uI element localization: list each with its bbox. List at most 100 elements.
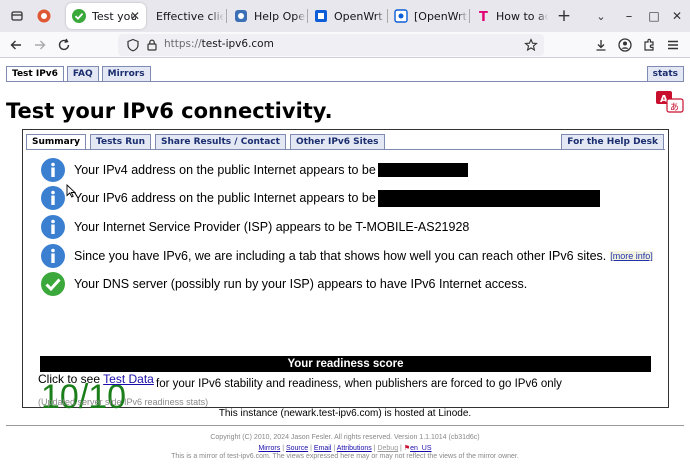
result-text: Your IPv6 address on the public Internet… (74, 191, 376, 205)
wiki-favicon-icon (394, 9, 408, 23)
readiness-score-header: Your readiness score (40, 356, 651, 372)
footer-mirror-note: This is a mirror of test-ipv6.com. The v… (171, 453, 519, 460)
sub-tab-underline (26, 149, 665, 150)
list-all-tabs-icon[interactable]: ⌄ (590, 5, 612, 27)
browser-tab-strip: Test your IPv6 ✕ Effective client isolat… (0, 0, 690, 32)
check-icon (41, 272, 65, 296)
result-ipv6-tab-note: Since you have IPv6, we are including a … (40, 243, 653, 269)
tmobile-favicon-icon: T (476, 9, 490, 23)
tab-openwrt-luci[interactable]: OpenWrt - LuCI (308, 3, 386, 29)
download-icon (596, 40, 606, 51)
tab-overview-icon (11, 11, 23, 21)
footer-link-mirrors[interactable]: Mirrors (258, 445, 280, 452)
redacted-ipv4 (377, 163, 468, 177)
tab-underline (6, 81, 684, 82)
pinned-tab-duckduckgo[interactable] (33, 5, 55, 27)
mouse-cursor-icon (66, 184, 76, 198)
site-top-tabs: Test IPv6 FAQ Mirrors (6, 66, 151, 82)
footer-link-debug[interactable]: Debug (377, 445, 398, 452)
tab-title: OpenWrt - LuCI (334, 9, 386, 23)
forward-button[interactable] (29, 34, 51, 56)
results-panel: Summary Tests Run Share Results / Contac… (22, 129, 669, 416)
tab-mirrors[interactable]: Mirrors (101, 66, 151, 82)
test-data-line: Click to see Test Data (38, 372, 154, 386)
tab-test-ipv6-page[interactable]: Test IPv6 (6, 66, 64, 82)
footer-links: Mirrors | Source | Email | Attributions … (258, 445, 432, 452)
tab-title: Effective client isolation (156, 9, 224, 23)
svg-text:T: T (479, 10, 488, 23)
close-tab-icon[interactable]: ✕ (130, 9, 140, 23)
result-text: Your DNS server (possibly run by your IS… (74, 277, 528, 291)
forum-favicon-icon (234, 9, 248, 23)
results-sub-tabs: Summary Tests Run Share Results / Contac… (26, 134, 385, 150)
tab-share-results[interactable]: Share Results / Contact (154, 134, 286, 150)
readiness-score-text: for your IPv6 stability and readiness, w… (156, 378, 562, 390)
url-text[interactable]: https://test-ipv6.com (164, 38, 274, 50)
tab-how-to-access[interactable]: T How to access (470, 3, 548, 29)
bookmark-star-icon[interactable] (524, 38, 538, 52)
tab-openwrt-wiki[interactable]: [OpenWrt Wiki] (388, 3, 468, 29)
tab-separator (226, 9, 227, 23)
check-favicon-icon (72, 9, 86, 23)
back-button[interactable] (5, 34, 27, 56)
hamburger-menu-icon (668, 40, 678, 50)
footer-copyright: Copyright (C) 2010, 2024 Jason Fesler. A… (210, 434, 480, 441)
tab-overview-button[interactable] (6, 5, 28, 27)
footer-link-email[interactable]: Email (314, 445, 332, 452)
forward-arrow-icon (35, 40, 46, 50)
openwrt-favicon-icon (314, 9, 328, 23)
downloads-button[interactable] (590, 34, 612, 56)
new-tab-button[interactable]: + (553, 5, 575, 27)
web-page: Test IPv6 FAQ Mirrors stats A あ Test you… (0, 59, 690, 471)
svg-text:あ: あ (670, 102, 679, 113)
result-text: Your Internet Service Provider (ISP) app… (74, 220, 470, 234)
updated-note: (Updated server side IPv6 readiness stat… (38, 397, 209, 407)
footer-link-language[interactable]: en_US (410, 445, 431, 452)
tab-test-ipv6[interactable]: Test your IPv6 ✕ (66, 3, 146, 29)
footer-link-attributions[interactable]: Attributions (337, 445, 372, 452)
duckduckgo-icon (37, 9, 51, 23)
result-isp: Your Internet Service Provider (ISP) app… (40, 214, 469, 240)
info-icon (41, 215, 65, 239)
footer-divider (6, 425, 684, 426)
footer-link-source[interactable]: Source (286, 445, 308, 452)
info-icon (41, 158, 65, 182)
account-button[interactable] (614, 34, 636, 56)
maximize-button[interactable]: □ (643, 5, 665, 27)
result-dns: Your DNS server (possibly run by your IS… (40, 271, 527, 297)
address-bar[interactable]: https://test-ipv6.com (118, 34, 544, 56)
extensions-button[interactable] (638, 34, 660, 56)
puzzle-icon (644, 38, 654, 51)
more-info-link[interactable]: [more info] (610, 251, 653, 261)
reload-icon (58, 38, 70, 51)
tab-title: [OpenWrt Wiki] (414, 9, 468, 23)
tab-title: How to access (496, 9, 548, 23)
tab-faq[interactable]: FAQ (66, 66, 99, 82)
translate-icon[interactable]: A あ (655, 90, 685, 114)
tab-tests-run[interactable]: Tests Run (90, 134, 151, 150)
tab-help-openwrt[interactable]: Help Openwrt (228, 3, 306, 29)
result-text: Your IPv4 address on the public Internet… (74, 163, 376, 177)
info-icon (41, 186, 65, 210)
tab-stats[interactable]: stats (646, 66, 684, 82)
lock-icon[interactable] (145, 38, 159, 52)
account-icon (618, 38, 632, 52)
close-window-button[interactable]: ✕ (666, 5, 688, 27)
tab-summary[interactable]: Summary (26, 134, 87, 150)
shield-icon[interactable] (126, 38, 140, 52)
menu-button[interactable] (662, 34, 684, 56)
browser-navbar: https://test-ipv6.com (0, 32, 690, 58)
result-ipv6: Your IPv6 address on the public Internet… (40, 185, 600, 211)
tab-client-isolation[interactable]: Effective client isolation (150, 3, 224, 29)
info-icon (41, 244, 65, 268)
minimize-button[interactable]: – (618, 5, 640, 27)
page-title: Test your IPv6 connectivity. (6, 99, 333, 123)
tab-other-ipv6-sites[interactable]: Other IPv6 Sites (289, 134, 385, 150)
result-text: Since you have IPv6, we are including a … (74, 249, 607, 263)
back-arrow-icon (10, 40, 21, 50)
result-ipv4: Your IPv4 address on the public Internet… (40, 157, 468, 183)
reload-button[interactable] (53, 34, 75, 56)
tab-help-desk[interactable]: For the Help Desk (561, 134, 664, 150)
tab-title: Help Openwrt (254, 9, 306, 23)
test-data-link[interactable]: Test Data (103, 372, 154, 386)
